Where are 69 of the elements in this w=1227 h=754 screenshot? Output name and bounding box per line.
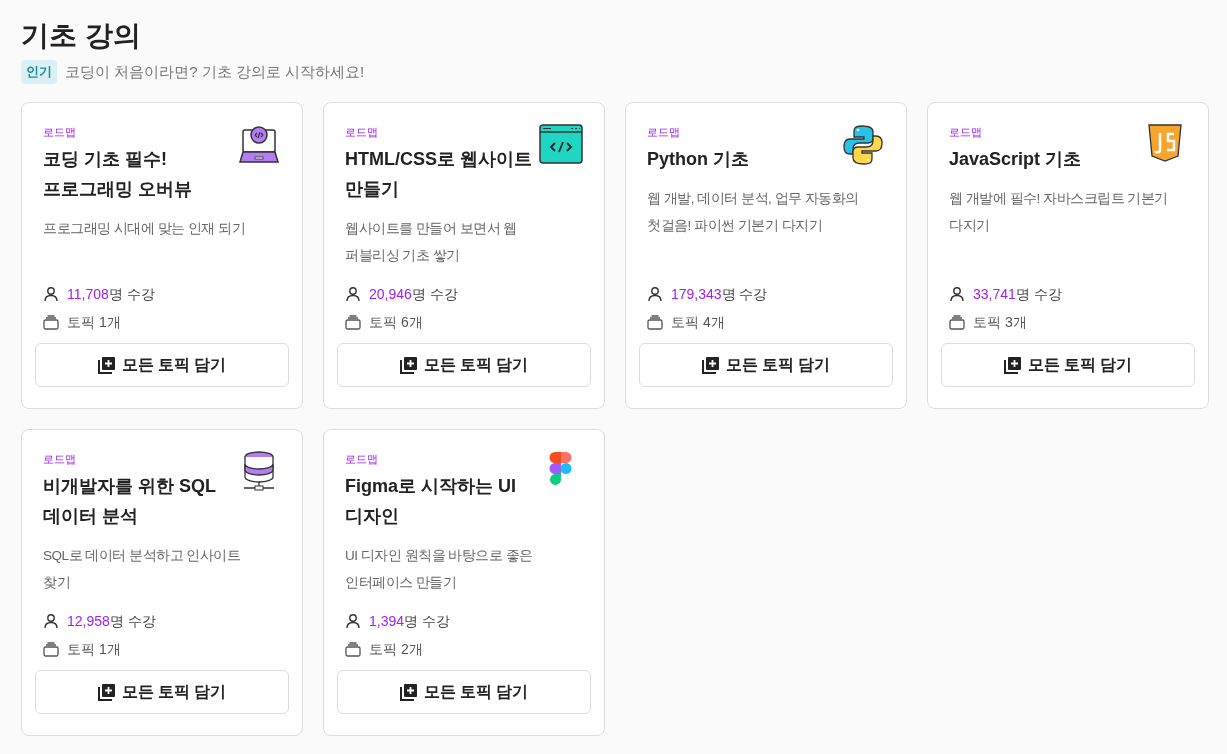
course-card[interactable]: 로드맵 Python 기초 웹 개발, 데이터 분석, 업무 자동화의 첫걸음! 파이썬 기본기 다지기 179,343명 수강 토픽 4개 모든 토픽 담기 — [625, 102, 907, 409]
stack-icon — [43, 314, 59, 330]
add-all-topics-button[interactable]: 모든 토픽 담기 — [639, 343, 893, 387]
topic-count: 토픽 1개 — [67, 313, 121, 332]
course-description: UI 디자인 원칙을 바탕으로 좋은 인터페이스 만들기 — [344, 547, 534, 592]
stack-icon — [43, 641, 59, 657]
person-icon — [345, 613, 361, 629]
add-all-topics-button[interactable]: 모든 토픽 담기 — [35, 343, 289, 387]
add-to-library-icon — [97, 356, 116, 374]
student-count: 33,741명 수강 — [973, 285, 1062, 304]
topic-count: 토픽 4개 — [671, 313, 725, 332]
topic-count: 토픽 2개 — [369, 640, 423, 659]
add-to-library-icon — [1003, 356, 1022, 374]
laptop-icon — [238, 124, 280, 166]
course-description: 웹 개발에 필수! 자바스크립트 기본기 다지기 — [948, 190, 1169, 235]
shapes-logo-icon — [549, 451, 573, 485]
person-icon — [647, 286, 663, 302]
course-card[interactable]: 로드맵 코딩 기초 필수! 프로그래밍 오버뷰 프로그래밍 시대에 맞는 인재 되기 11,708명 수강 토픽 1개 모든 토픽 담기 — [21, 102, 303, 409]
section-heading: 기초 강의 — [21, 19, 142, 53]
add-to-library-icon — [701, 356, 720, 374]
course-card[interactable]: 로드맵 HTML/CSS로 웹사이트 만들기 웹사이트를 만들어 보면서 웹 퍼블리싱 기초 쌓기 20,946명 수강 토픽 6개 모든 토픽 담기 — [323, 102, 605, 409]
topic-count: 토픽 3개 — [973, 313, 1027, 332]
person-icon — [43, 286, 59, 302]
course-description: 웹사이트를 만들어 보면서 웹 퍼블리싱 기초 쌓기 — [344, 220, 518, 265]
topic-count: 토픽 1개 — [67, 640, 121, 659]
roadmap-label: 로드맵 — [647, 125, 681, 140]
person-icon — [949, 286, 965, 302]
code-window-icon — [539, 124, 583, 164]
snake-logo-icon — [842, 124, 884, 166]
topic-count: 토픽 6개 — [369, 313, 423, 332]
roadmap-label: 로드맵 — [345, 125, 379, 140]
roadmap-label: 로드맵 — [345, 452, 379, 467]
roadmap-label: 로드맵 — [43, 452, 77, 467]
course-card[interactable]: 로드맵 Figma로 시작하는 UI 디자인 UI 디자인 원칙을 바탕으로 좋은 인터페이스 만들기 1,394명 수강 토픽 2개 모든 토픽 담기 — [323, 429, 605, 736]
add-to-library-icon — [399, 683, 418, 701]
course-description: 웹 개발, 데이터 분석, 업무 자동화의 첫걸음! 파이썬 기본기 다지기 — [646, 190, 860, 235]
add-all-topics-button[interactable]: 모든 토픽 담기 — [337, 670, 591, 714]
student-count: 20,946명 수강 — [369, 285, 458, 304]
course-card[interactable]: 로드맵 비개발자를 위한 SQL 데이터 분석 SQL로 데이터 분석하고 인사이트 찾기 12,958명 수강 토픽 1개 모든 토픽 담기 — [21, 429, 303, 736]
add-all-topics-button[interactable]: 모든 토픽 담기 — [337, 343, 591, 387]
course-description: 프로그래밍 시대에 맞는 인재 되기 — [42, 220, 246, 238]
student-count: 179,343명 수강 — [671, 285, 768, 304]
course-title: JavaScript 기초 — [949, 148, 1082, 171]
course-title: Python 기초 — [647, 148, 749, 171]
roadmap-label: 로드맵 — [43, 125, 77, 140]
add-all-topics-button[interactable]: 모든 토픽 담기 — [35, 670, 289, 714]
course-title: HTML/CSS로 웹사이트 만들기 — [345, 148, 532, 201]
student-count: 1,394명 수강 — [369, 612, 450, 631]
popular-badge: 인기 — [21, 60, 57, 84]
stack-icon — [345, 641, 361, 657]
course-title: 비개발자를 위한 SQL 데이터 분석 — [43, 475, 216, 528]
student-count: 12,958명 수강 — [67, 612, 156, 631]
person-icon — [345, 286, 361, 302]
add-to-library-icon — [399, 356, 418, 374]
stack-icon — [345, 314, 361, 330]
course-description: SQL로 데이터 분석하고 인사이트 찾기 — [42, 547, 242, 592]
shield-logo-icon — [1148, 124, 1182, 162]
database-icon — [242, 451, 276, 493]
stack-icon — [949, 314, 965, 330]
stack-icon — [647, 314, 663, 330]
student-count: 11,708명 수강 — [67, 285, 155, 304]
section-subtitle: 코딩이 처음이라면? 기초 강의로 시작하세요! — [65, 61, 365, 82]
course-card[interactable]: 로드맵 JavaScript 기초 웹 개발에 필수! 자바스크립트 기본기 다지기 33,741명 수강 토픽 3개 모든 토픽 담기 — [927, 102, 1209, 409]
person-icon — [43, 613, 59, 629]
course-title: Figma로 시작하는 UI 디자인 — [345, 475, 516, 528]
course-title: 코딩 기초 필수! 프로그래밍 오버뷰 — [43, 148, 192, 201]
add-to-library-icon — [97, 683, 116, 701]
roadmap-label: 로드맵 — [949, 125, 983, 140]
add-all-topics-button[interactable]: 모든 토픽 담기 — [941, 343, 1195, 387]
